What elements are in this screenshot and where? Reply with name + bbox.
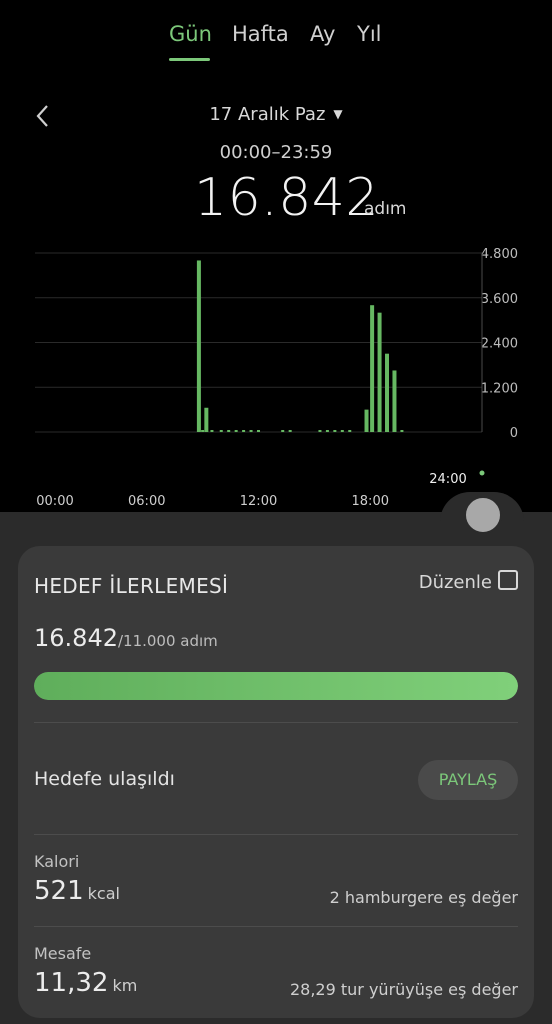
tab-day-underline	[169, 58, 210, 61]
date-label: 17 Aralık Paz	[209, 104, 326, 125]
chart-bar-small	[288, 430, 292, 432]
x-tick-label: 00:00	[36, 494, 73, 509]
chart-bar-small	[242, 430, 246, 432]
x-tick-label: 12:00	[240, 494, 277, 509]
chart-bar-small	[257, 430, 260, 432]
tab-week[interactable]: Hafta	[232, 22, 289, 46]
distance-value: 11,32	[34, 968, 109, 998]
chart-bar	[370, 305, 375, 432]
chart-scrubber-handle[interactable]	[464, 496, 502, 534]
calories-unit: kcal	[87, 884, 120, 903]
y-tick-label: 0	[510, 426, 518, 441]
chart-bar	[377, 312, 382, 432]
chart-bar	[204, 407, 209, 432]
chart-bar	[385, 353, 390, 432]
goal-status: Hedefe ulaşıldı	[34, 768, 175, 790]
edit-icon	[498, 570, 518, 590]
goal-progress-fill	[34, 672, 518, 700]
chart-bar-small	[333, 430, 337, 432]
share-button[interactable]: PAYLAŞ	[418, 760, 518, 800]
distance-unit: km	[112, 976, 138, 995]
chart-bar-small	[325, 430, 329, 432]
chart-bar-small	[249, 430, 253, 432]
divider	[34, 722, 518, 723]
y-tick-label: 3.600	[481, 292, 518, 307]
chart-bar-small	[234, 430, 238, 432]
goal-title: HEDEF İLERLEMESİ	[34, 574, 229, 598]
tab-year[interactable]: Yıl	[357, 22, 382, 46]
goal-current-steps: 16.842	[34, 624, 118, 652]
chart-bar-small	[201, 430, 205, 432]
chart-bar-small	[210, 430, 214, 432]
y-tick-label: 2.400	[481, 337, 518, 352]
goal-progress-text: 16.842/11.000 adım	[34, 624, 218, 652]
chart-bar-small	[219, 430, 223, 432]
distance-value-row: 11,32 km	[34, 968, 137, 998]
calories-equivalent: 2 hamburgere eş değer	[329, 888, 518, 907]
current-time-label: 24:00	[429, 472, 466, 487]
chart-bar	[364, 409, 369, 432]
tab-day[interactable]: Gün	[169, 22, 212, 46]
x-tick-label: 06:00	[128, 494, 165, 509]
goal-card: HEDEF İLERLEMESİ Düzenle 16.842/11.000 a…	[18, 546, 534, 1018]
calories-value-row: 521 kcal	[34, 876, 120, 906]
x-tick-label: 18:00	[352, 494, 389, 509]
y-tick-label: 1.200	[481, 381, 518, 396]
dropdown-caret-icon: ▼	[333, 107, 343, 121]
date-selector[interactable]: 17 Aralık Paz ▼	[0, 104, 552, 125]
divider	[34, 834, 518, 835]
goal-progress-bar	[34, 672, 518, 700]
chart-bar-small	[281, 430, 285, 432]
distance-equivalent: 28,29 tur yürüyüşe eş değer	[289, 980, 518, 999]
chart-bar-small	[318, 430, 322, 432]
chart-bar	[392, 370, 397, 432]
chart-bar-small	[227, 430, 231, 432]
hourly-steps-chart[interactable]: 4.800 3.600 2.400 1.200 0 00:00 06:00 12:00 18:0…	[0, 225, 552, 510]
distance-label: Mesafe	[34, 944, 92, 963]
calories-label: Kalori	[34, 852, 80, 871]
y-tick-label: 4.800	[481, 247, 518, 262]
edit-goal-button[interactable]: Düzenle	[419, 568, 518, 593]
chart-bar	[196, 260, 201, 432]
total-steps-unit: adım	[364, 199, 407, 219]
calories-value: 521	[34, 876, 84, 906]
period-tabs: Gün Hafta Ay Yıl	[0, 22, 552, 62]
edit-goal-label: Düzenle	[418, 572, 492, 593]
tab-month[interactable]: Ay	[310, 22, 335, 46]
divider	[34, 926, 518, 927]
chart-bar-small	[348, 430, 352, 432]
total-steps-value: 16.842	[194, 168, 379, 228]
time-range: 00:00–23:59	[219, 142, 333, 163]
goal-target: /11.000 adım	[117, 632, 218, 650]
current-time-dot	[479, 470, 485, 476]
chart-bar-small	[400, 430, 404, 432]
chart-bar-small	[340, 430, 344, 432]
